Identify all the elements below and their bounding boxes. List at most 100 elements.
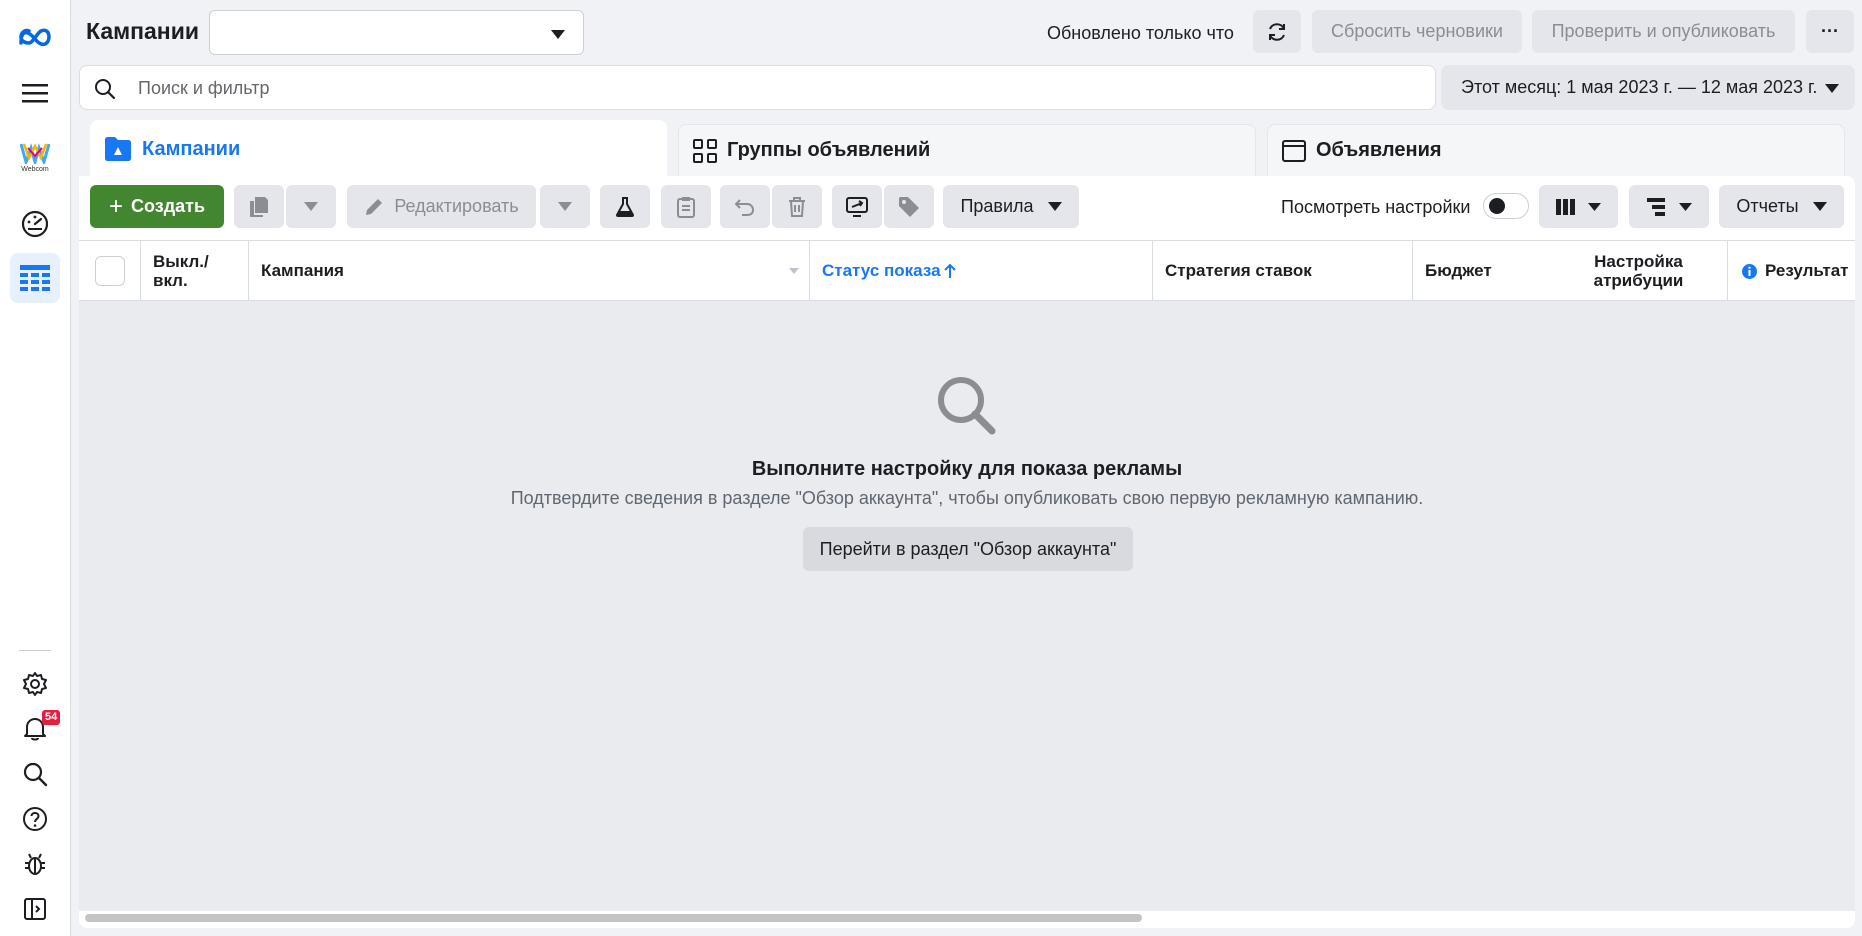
chevron-down-icon: [1047, 202, 1062, 211]
reports-dropdown-button[interactable]: Отчеты: [1719, 185, 1844, 228]
chevron-down-icon: [1588, 202, 1601, 211]
collapse-panel-icon[interactable]: [10, 884, 60, 934]
rules-label: Правила: [960, 196, 1034, 216]
column-label: Результат: [1765, 261, 1849, 280]
edit-dropdown-button[interactable]: [540, 185, 590, 228]
tags-button[interactable]: [884, 185, 934, 228]
duplicate-button[interactable]: [234, 185, 284, 228]
search-placeholder: Поиск и фильтр: [138, 78, 270, 98]
chevron-down-icon: [304, 202, 318, 211]
account-avatar[interactable]: Webcom: [10, 132, 60, 182]
column-header-attribution[interactable]: Настройка атрибуции: [1538, 241, 1728, 301]
tab-label: Объявления: [1316, 139, 1442, 161]
duplicate-dropdown-button[interactable]: [286, 185, 336, 228]
trash-icon: [789, 196, 805, 217]
reset-drafts-button[interactable]: Сбросить черновики: [1312, 10, 1522, 53]
tab-ad-sets[interactable]: Группы объявлений: [678, 124, 1256, 176]
ads-manager-table-icon[interactable]: [10, 253, 60, 303]
more-options-button[interactable]: ···: [1806, 10, 1854, 53]
empty-state-subtitle: Подтвердите сведения в разделе "Обзор ак…: [510, 488, 1424, 508]
rail-divider: [19, 650, 51, 651]
last-updated-text: Обновлено только что: [1047, 23, 1234, 43]
left-rail: Webcom 54: [0, 0, 71, 936]
account-logo-text: Webcom: [21, 165, 49, 173]
campaigns-panel: + Создать Редактировать Правила Посмотре…: [79, 176, 1855, 928]
view-settings-toggle[interactable]: [1483, 193, 1529, 219]
meta-logo-icon[interactable]: [10, 12, 60, 62]
ab-test-button[interactable]: [600, 185, 650, 228]
notifications-bell-icon[interactable]: 54: [10, 704, 61, 754]
search-icon[interactable]: [10, 749, 60, 799]
ad-sets-grid-icon: [693, 138, 717, 163]
chevron-down-icon: [558, 202, 572, 211]
breakdown-button[interactable]: [1629, 185, 1709, 228]
refresh-icon: [1269, 22, 1285, 41]
edit-label: Редактировать: [394, 196, 519, 216]
toggle-knob: [1489, 198, 1505, 214]
clipboard-icon: [677, 196, 695, 218]
tab-campaigns[interactable]: Кампании: [90, 120, 667, 178]
flask-icon: [616, 196, 634, 217]
report-bug-icon[interactable]: [10, 839, 60, 889]
help-icon[interactable]: [10, 794, 60, 844]
dashboard-gauge-icon[interactable]: [10, 199, 60, 249]
columns-icon: [1556, 198, 1575, 215]
search-filter-input[interactable]: Поиск и фильтр: [79, 65, 1436, 110]
column-header-delivery-status[interactable]: Статус показа: [810, 241, 1153, 301]
settings-gear-icon[interactable]: [10, 659, 60, 709]
undo-button[interactable]: [720, 185, 770, 228]
page-title: Кампании: [86, 18, 199, 44]
select-all-checkbox[interactable]: [94, 256, 125, 286]
date-range-picker[interactable]: Этот месяц: 1 мая 2023 г. — 12 мая 2023 …: [1441, 65, 1855, 110]
create-button[interactable]: + Создать: [90, 185, 224, 228]
go-to-account-overview-button[interactable]: Перейти в раздел "Обзор аккаунта": [803, 527, 1133, 571]
delete-button[interactable]: [772, 185, 822, 228]
account-select[interactable]: [209, 10, 584, 55]
search-icon: [94, 78, 116, 100]
chevron-down-icon: [1812, 202, 1827, 211]
column-header-results[interactable]: Результат: [1730, 241, 1855, 301]
select-all-cell: [79, 241, 141, 301]
empty-state-title: Выполните настройку для показа рекламы: [751, 458, 1183, 480]
clipboard-button[interactable]: [661, 185, 711, 228]
tab-ads[interactable]: Объявления: [1267, 124, 1845, 176]
date-range-label: Этот месяц: 1 мая 2023 г. — 12 мая 2023 …: [1461, 77, 1818, 97]
refresh-button[interactable]: [1253, 10, 1301, 53]
tab-label: Группы объявлений: [727, 139, 931, 161]
column-header-bid-strategy[interactable]: Стратегия ставок: [1153, 241, 1413, 301]
column-header-campaign[interactable]: Кампания: [249, 241, 810, 301]
chevron-down-icon: [1825, 84, 1839, 93]
column-header-toggle[interactable]: Выкл./ вкл.: [141, 241, 249, 301]
menu-icon[interactable]: [10, 68, 60, 118]
undo-icon: [735, 198, 755, 216]
columns-button[interactable]: [1539, 185, 1618, 228]
plus-icon: +: [108, 192, 123, 220]
notification-count-badge: 54: [42, 710, 61, 725]
ad-window-icon: [1282, 139, 1306, 163]
empty-state: Выполните настройку для показа рекламы П…: [79, 301, 1855, 911]
sort-caret-icon: [789, 268, 799, 274]
view-settings-label: Посмотреть настройки: [1281, 197, 1471, 217]
column-label: Кампания: [261, 261, 344, 280]
edit-button[interactable]: Редактировать: [347, 185, 536, 228]
create-label: Создать: [130, 196, 206, 216]
info-icon: [1742, 263, 1757, 279]
column-label: Статус показа: [822, 261, 941, 280]
chevron-down-icon: [1678, 202, 1692, 211]
table-header: Выкл./ вкл. Кампания Статус показа Страт…: [79, 240, 1855, 301]
campaign-folder-icon: [104, 136, 132, 162]
export-import-button[interactable]: [832, 185, 882, 228]
rules-dropdown-button[interactable]: Правила: [943, 185, 1079, 228]
tag-icon: [899, 196, 919, 217]
sort-ascending-arrow-icon: [943, 263, 956, 278]
horizontal-scrollbar[interactable]: [85, 914, 1142, 922]
breakdown-icon: [1646, 197, 1665, 216]
export-icon: [846, 196, 868, 217]
tab-label: Кампании: [142, 137, 241, 160]
review-and-publish-button[interactable]: Проверить и опубликовать: [1532, 10, 1795, 53]
magnifier-icon: [938, 377, 996, 435]
column-header-budget[interactable]: Бюджет: [1413, 241, 1538, 301]
duplicate-icon: [250, 196, 268, 217]
reports-label: Отчеты: [1736, 196, 1799, 216]
chevron-down-icon: [551, 30, 565, 39]
